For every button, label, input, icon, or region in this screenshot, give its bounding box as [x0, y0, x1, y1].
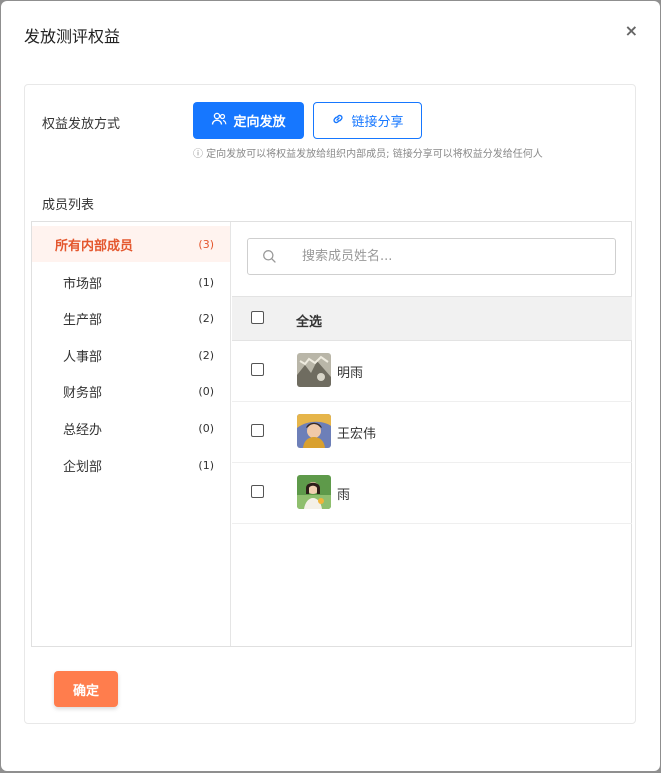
- department-name: 总经办: [63, 422, 103, 438]
- dialog: 发放测评权益 × 权益发放方式 定向发放 链接分享 ⓘ 定向发放可以将权益发放给…: [1, 1, 660, 771]
- avatar: [297, 414, 331, 448]
- department-item-gm-office[interactable]: 总经办 (0): [32, 410, 230, 446]
- member-picker: 所有内部成员 (3) 市场部 (1) 生产部 (2) 人事部 (2) 财务部 (…: [31, 221, 632, 647]
- member-row[interactable]: 明雨: [232, 341, 632, 402]
- department-count: (2): [198, 311, 214, 325]
- link-share-button-label: 链接分享: [351, 115, 404, 130]
- search-icon: [262, 249, 277, 268]
- department-item-finance[interactable]: 财务部 (0): [32, 373, 230, 409]
- targeted-button[interactable]: 定向发放: [193, 102, 304, 139]
- select-all-label: 全选: [296, 315, 323, 330]
- targeted-button-label: 定向发放: [233, 115, 286, 130]
- link-icon: [331, 112, 345, 130]
- department-item-production[interactable]: 生产部 (2): [32, 300, 230, 336]
- member-name: 明雨: [337, 366, 364, 381]
- method-label: 权益发放方式: [42, 117, 121, 132]
- method-hint: ⓘ 定向发放可以将权益发放给组织内部成员; 链接分享可以将权益分发给任何人: [193, 149, 543, 160]
- member-checkbox[interactable]: [251, 363, 264, 376]
- member-search: [247, 238, 616, 275]
- department-item-hr[interactable]: 人事部 (2): [32, 337, 230, 373]
- department-name: 生产部: [63, 312, 103, 328]
- department-count: (0): [198, 384, 214, 398]
- select-all-checkbox[interactable]: [251, 311, 264, 324]
- link-share-button[interactable]: 链接分享: [313, 102, 422, 139]
- department-name: 财务部: [63, 385, 103, 401]
- department-count: (2): [198, 348, 214, 362]
- dialog-title: 发放测评权益: [24, 27, 121, 46]
- avatar: [297, 475, 331, 509]
- member-name: 雨: [337, 488, 351, 503]
- department-count: (1): [198, 275, 214, 289]
- department-count: (0): [198, 421, 214, 435]
- department-item-market[interactable]: 市场部 (1): [32, 264, 230, 300]
- avatar: [297, 353, 331, 387]
- member-row[interactable]: 王宏伟: [232, 402, 632, 463]
- department-name: 所有内部成员: [55, 238, 134, 254]
- member-name: 王宏伟: [337, 427, 377, 442]
- member-list-label: 成员列表: [42, 198, 95, 213]
- users-icon: [211, 112, 227, 130]
- member-list-header: 全选: [232, 296, 632, 341]
- confirm-button[interactable]: 确定: [54, 671, 118, 707]
- department-name: 企划部: [63, 459, 103, 475]
- member-checkbox[interactable]: [251, 485, 264, 498]
- department-name: 市场部: [63, 276, 103, 292]
- department-count: (1): [198, 458, 214, 472]
- close-icon[interactable]: ×: [625, 21, 638, 40]
- department-list: 所有内部成员 (3) 市场部 (1) 生产部 (2) 人事部 (2) 财务部 (…: [32, 222, 231, 646]
- member-checkbox[interactable]: [251, 424, 264, 437]
- department-count: (3): [198, 237, 214, 251]
- member-row[interactable]: 雨: [232, 463, 632, 524]
- department-name: 人事部: [63, 349, 103, 365]
- department-item-all[interactable]: 所有内部成员 (3): [32, 226, 230, 262]
- dialog-panel: 权益发放方式 定向发放 链接分享 ⓘ 定向发放可以将权益发放给组织内部成员; 链…: [24, 84, 636, 724]
- search-input[interactable]: [302, 239, 602, 274]
- department-item-planning[interactable]: 企划部 (1): [32, 447, 230, 483]
